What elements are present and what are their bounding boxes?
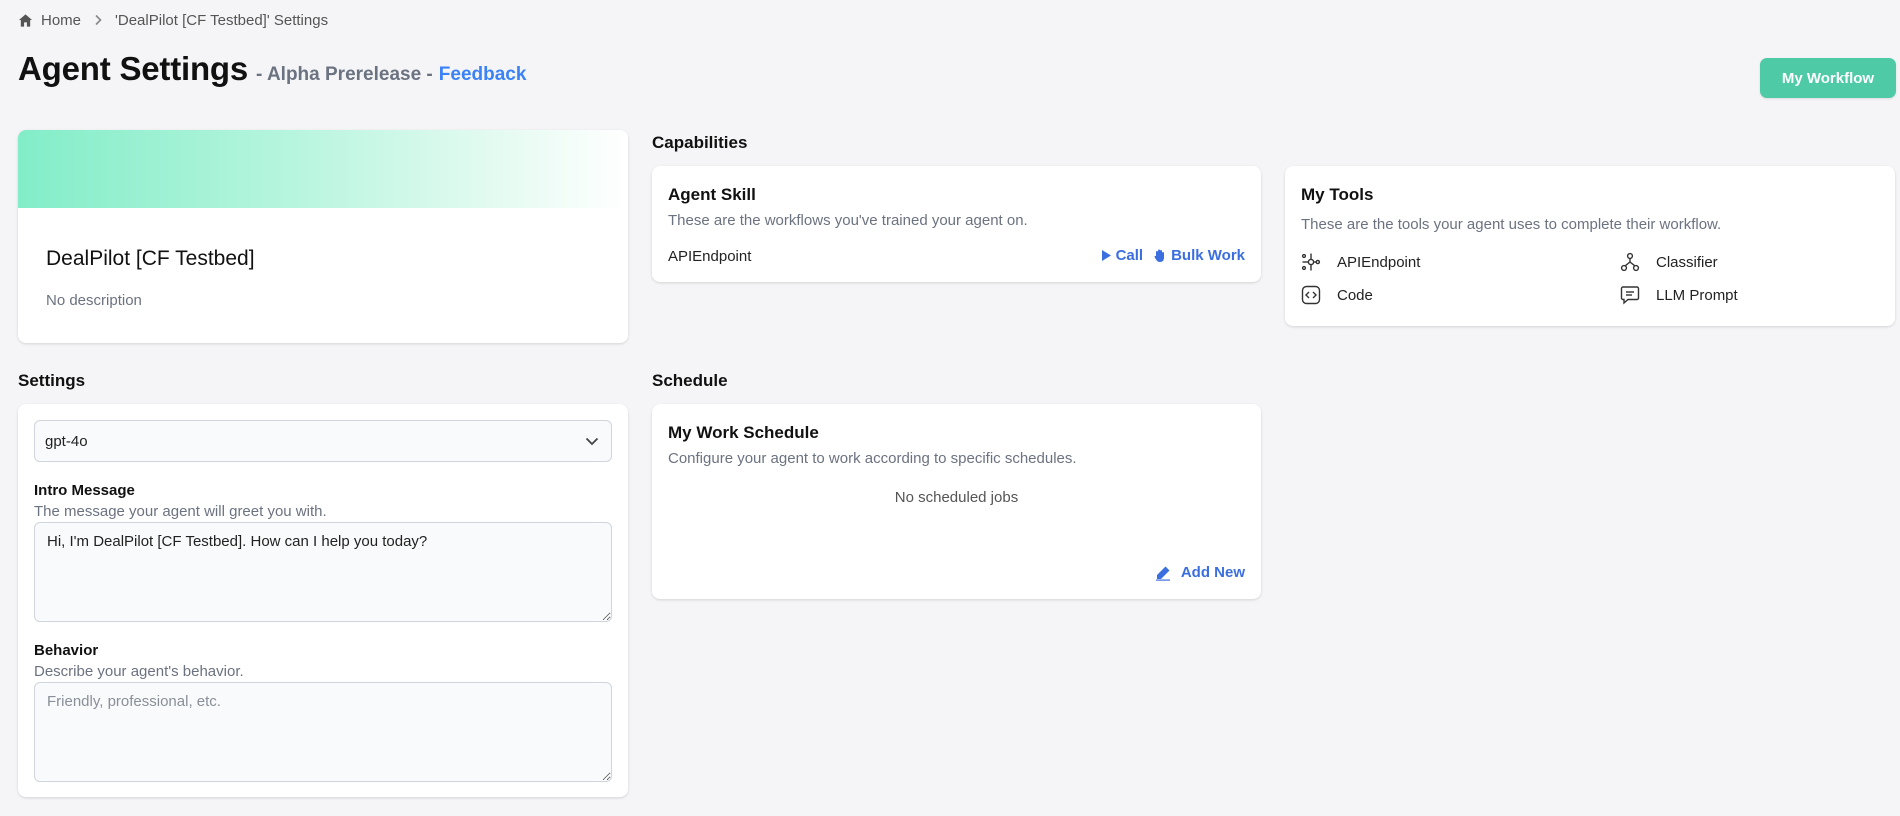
capabilities-heading: Capabilities: [652, 133, 748, 152]
model-select[interactable]: gpt-4o: [34, 420, 612, 462]
tool-item-apiendpoint: APIEndpoint: [1301, 252, 1420, 272]
add-new-label: Add New: [1180, 564, 1245, 581]
work-schedule-card: My Work Schedule Configure your agent to…: [652, 404, 1261, 599]
schedule-heading: Schedule: [652, 371, 728, 390]
agent-name: DealPilot [CF Testbed]: [46, 247, 255, 270]
agent-description: No description: [46, 292, 142, 309]
add-new-schedule-button[interactable]: Add New: [1155, 564, 1245, 581]
behavior-help: Describe your agent's behavior.: [34, 663, 244, 680]
skill-actions: Call Bulk Work: [1101, 247, 1245, 264]
agent-skill-title: Agent Skill: [668, 185, 756, 204]
tool-item-classifier: Classifier: [1620, 252, 1718, 272]
chevron-right-icon: [93, 14, 103, 26]
intro-message-help: The message your agent will greet you wi…: [34, 503, 327, 520]
feedback-link[interactable]: Feedback: [439, 64, 527, 86]
tool-item-code: Code: [1301, 285, 1373, 305]
tool-item-llm-prompt: LLM Prompt: [1620, 285, 1738, 305]
behavior-textarea[interactable]: [34, 682, 612, 782]
call-button[interactable]: Call: [1101, 247, 1144, 264]
bulk-work-label: Bulk Work: [1171, 247, 1245, 264]
llm-prompt-icon: [1620, 286, 1640, 305]
my-tools-subtitle: These are the tools your agent uses to c…: [1301, 216, 1722, 233]
behavior-label: Behavior: [34, 642, 99, 659]
home-icon[interactable]: [18, 13, 33, 28]
pencil-icon: [1155, 566, 1170, 581]
breadcrumb: Home 'DealPilot [CF Testbed]' Settings: [18, 11, 328, 29]
call-label: Call: [1115, 247, 1144, 264]
work-schedule-subtitle: Configure your agent to work according t…: [668, 450, 1077, 467]
tool-label: LLM Prompt: [1656, 286, 1738, 304]
classifier-icon: [1620, 252, 1640, 272]
play-icon: [1101, 250, 1111, 261]
profile-banner: [18, 130, 628, 208]
breadcrumb-home-link[interactable]: Home: [41, 12, 81, 29]
chevron-down-icon: [585, 437, 599, 445]
intro-message-textarea[interactable]: Hi, I'm DealPilot [CF Testbed]. How can …: [34, 522, 612, 622]
breadcrumb-current: 'DealPilot [CF Testbed]' Settings: [115, 11, 329, 29]
hand-icon: [1154, 249, 1165, 262]
model-select-value: gpt-4o: [45, 432, 88, 450]
api-endpoint-icon: [1301, 253, 1321, 271]
work-schedule-title: My Work Schedule: [668, 423, 819, 442]
tool-label: Classifier: [1656, 253, 1718, 271]
my-tools-title: My Tools: [1301, 185, 1374, 204]
my-workflow-button[interactable]: My Workflow: [1760, 58, 1896, 98]
bulk-work-button[interactable]: Bulk Work: [1153, 247, 1245, 264]
agent-skill-subtitle: These are the workflows you've trained y…: [668, 212, 1028, 229]
settings-card: gpt-4o Intro Message The message your ag…: [18, 404, 628, 797]
page-title: Agent Settings: [18, 50, 249, 87]
code-icon: [1301, 285, 1321, 305]
page-header: Agent Settings - Alpha Prerelease - Feed…: [18, 50, 526, 88]
no-scheduled-jobs-text: No scheduled jobs: [894, 489, 1019, 506]
agent-skill-card: Agent Skill These are the workflows you'…: [652, 166, 1261, 282]
intro-message-label: Intro Message: [34, 482, 135, 499]
my-tools-card: My Tools These are the tools your agent …: [1285, 166, 1895, 326]
tool-label: Code: [1337, 286, 1373, 304]
settings-heading: Settings: [18, 371, 86, 390]
agent-profile-card: DealPilot [CF Testbed] No description: [18, 130, 628, 343]
skill-endpoint-name: APIEndpoint: [668, 248, 752, 265]
page-subtitle: - Alpha Prerelease -: [256, 64, 433, 85]
tool-label: APIEndpoint: [1337, 253, 1421, 271]
